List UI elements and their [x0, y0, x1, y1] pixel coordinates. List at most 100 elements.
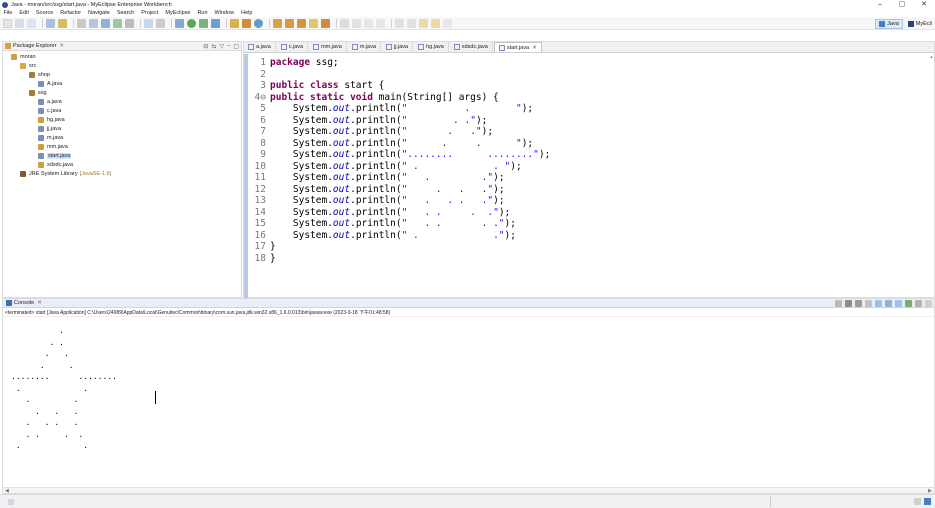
run-as-icon[interactable] [199, 18, 208, 28]
minimize-view-icon[interactable]: – [227, 43, 230, 50]
pen-icon[interactable] [352, 18, 361, 28]
open-folder-icon[interactable] [273, 18, 282, 28]
tree-item-xdsdc-java[interactable]: xdsdc.java [3, 160, 241, 169]
minimize-view-icon[interactable] [915, 300, 922, 307]
new-web-project-icon[interactable] [101, 18, 110, 28]
menu-window[interactable]: Window [211, 10, 238, 16]
open-type-icon[interactable] [46, 18, 55, 28]
editor-tab-mm-java[interactable]: mm.java [309, 42, 347, 52]
forward-icon[interactable] [443, 18, 452, 28]
edit-icon[interactable] [309, 18, 318, 28]
terminate-icon[interactable] [835, 300, 842, 307]
open-workspace-icon[interactable] [297, 18, 306, 28]
status-icon[interactable] [8, 498, 14, 505]
perspective-java[interactable]: Java [875, 18, 903, 29]
browser-icon[interactable] [254, 18, 263, 28]
tree-item-ssg[interactable]: ssg [3, 88, 241, 97]
editor-tab-c-java[interactable]: c.java [277, 42, 309, 52]
editor-scrollbar[interactable]: ▲ [929, 54, 934, 298]
close-icon[interactable]: ✕ [37, 300, 42, 306]
toggle-mark-icon[interactable] [364, 18, 373, 28]
open-perspective-icon[interactable] [156, 18, 165, 28]
menu-run[interactable]: Run [194, 10, 211, 16]
last-edit-icon[interactable] [419, 18, 428, 28]
tree-item-hg-java[interactable]: hg.java [3, 115, 241, 124]
maximize-view-icon[interactable] [925, 300, 932, 307]
tree-item-c-java[interactable]: c.java [3, 106, 241, 115]
previous-annotation-icon[interactable] [407, 18, 416, 28]
link-with-editor-icon[interactable]: ⇆ [211, 43, 216, 50]
editor-tab-m-java[interactable]: m.java [348, 42, 382, 52]
build-icon[interactable] [58, 18, 67, 28]
tree-item-moran[interactable]: moran [3, 52, 241, 61]
search-icon[interactable] [144, 18, 153, 28]
scroll-up-icon[interactable]: ▲ [929, 54, 934, 59]
external-tools-icon[interactable] [211, 18, 220, 28]
close-button[interactable]: ✕ [913, 0, 935, 9]
tree-item-shop[interactable]: shop [3, 70, 241, 79]
perspective-myeclipse[interactable]: MyEcli [905, 20, 935, 28]
task-icon[interactable] [321, 18, 330, 28]
whitespace-icon[interactable] [376, 18, 385, 28]
tree-item-jre-system-library[interactable]: JRE System Library [JavaSE-1.6] [3, 169, 241, 178]
tree-item-jj-java[interactable]: jj.java [3, 124, 241, 133]
editor-tab-a-java[interactable]: a.java [244, 42, 276, 52]
back-icon[interactable] [431, 18, 440, 28]
editor-tab-start-java[interactable]: start.java ✕ [493, 42, 542, 52]
tree-item-a-java[interactable]: A.java [3, 79, 241, 88]
save-icon[interactable] [15, 18, 24, 28]
tree-item-src[interactable]: src [3, 61, 241, 70]
new-java-class-icon[interactable] [242, 18, 251, 28]
pin-icon[interactable] [340, 18, 349, 28]
menu-file[interactable]: File [0, 10, 16, 16]
tree-item-a-java[interactable]: a.java [3, 97, 241, 106]
new-icon[interactable] [3, 18, 12, 28]
menu-project[interactable]: Project [138, 10, 162, 16]
view-menu-icon[interactable]: ▽ [219, 43, 224, 50]
debug-icon[interactable] [175, 18, 184, 28]
progress-icon[interactable] [924, 498, 931, 505]
open-resource-icon[interactable] [125, 18, 134, 28]
console-horizontal-scrollbar[interactable]: ◀ ▶ [3, 487, 934, 494]
heap-status-icon[interactable] [914, 498, 921, 505]
collapse-all-icon[interactable]: ⊟ [203, 43, 208, 50]
clear-console-icon[interactable] [865, 300, 872, 307]
menu-search[interactable]: Search [113, 10, 137, 16]
maximize-view-icon[interactable]: ▢ [233, 43, 239, 50]
scroll-left-icon[interactable]: ◀ [5, 488, 9, 494]
new-package-icon[interactable] [230, 18, 239, 28]
display-console-icon[interactable] [895, 300, 902, 307]
editor-tab-xdsdc-java[interactable]: xdsdc.java [450, 42, 493, 52]
menu-myeclipse[interactable]: MyEclipse [162, 10, 194, 16]
deploy-icon[interactable] [77, 18, 86, 28]
scroll-lock-icon[interactable] [875, 300, 882, 307]
menu-edit[interactable]: Edit [16, 10, 32, 16]
tree-item-start-java[interactable]: start.java [3, 151, 241, 160]
open-console-icon[interactable] [905, 300, 912, 307]
open-project-icon[interactable] [285, 18, 294, 28]
remove-launch-icon[interactable] [845, 300, 852, 307]
run-icon[interactable] [187, 18, 196, 28]
next-annotation-icon[interactable] [395, 18, 404, 28]
server-icon[interactable] [89, 18, 98, 28]
pin-console-icon[interactable] [885, 300, 892, 307]
maximize-button[interactable]: ▢ [891, 0, 913, 9]
close-icon[interactable]: ✕ [532, 45, 537, 51]
editor-tab-jj-java[interactable]: jj.java [382, 42, 414, 52]
menu-navigate[interactable]: Navigate [85, 10, 114, 16]
remove-all-icon[interactable] [855, 300, 862, 307]
new-class-icon[interactable] [113, 18, 122, 28]
tree-item-mm-java[interactable]: mm.java [3, 142, 241, 151]
editor-tab-hg-java[interactable]: hg.java [414, 42, 449, 52]
menu-refactor[interactable]: Refactor [57, 10, 85, 16]
scroll-right-icon[interactable]: ▶ [928, 488, 932, 494]
console-tab[interactable]: Console ✕ [3, 299, 934, 308]
minimize-button[interactable]: – [869, 0, 891, 9]
close-icon[interactable]: ✕ [59, 43, 64, 49]
menu-help[interactable]: Help [238, 10, 256, 16]
console-output[interactable]: . . . . . . . ........ ........ . . . . .… [11, 325, 117, 452]
menu-source[interactable]: Source [32, 10, 56, 16]
save-all-icon[interactable] [27, 18, 36, 28]
code-area[interactable]: 1 package ssg; 2 3 public class start {4⊖ pub… [250, 57, 928, 264]
tree-item-m-java[interactable]: m.java [3, 133, 241, 142]
